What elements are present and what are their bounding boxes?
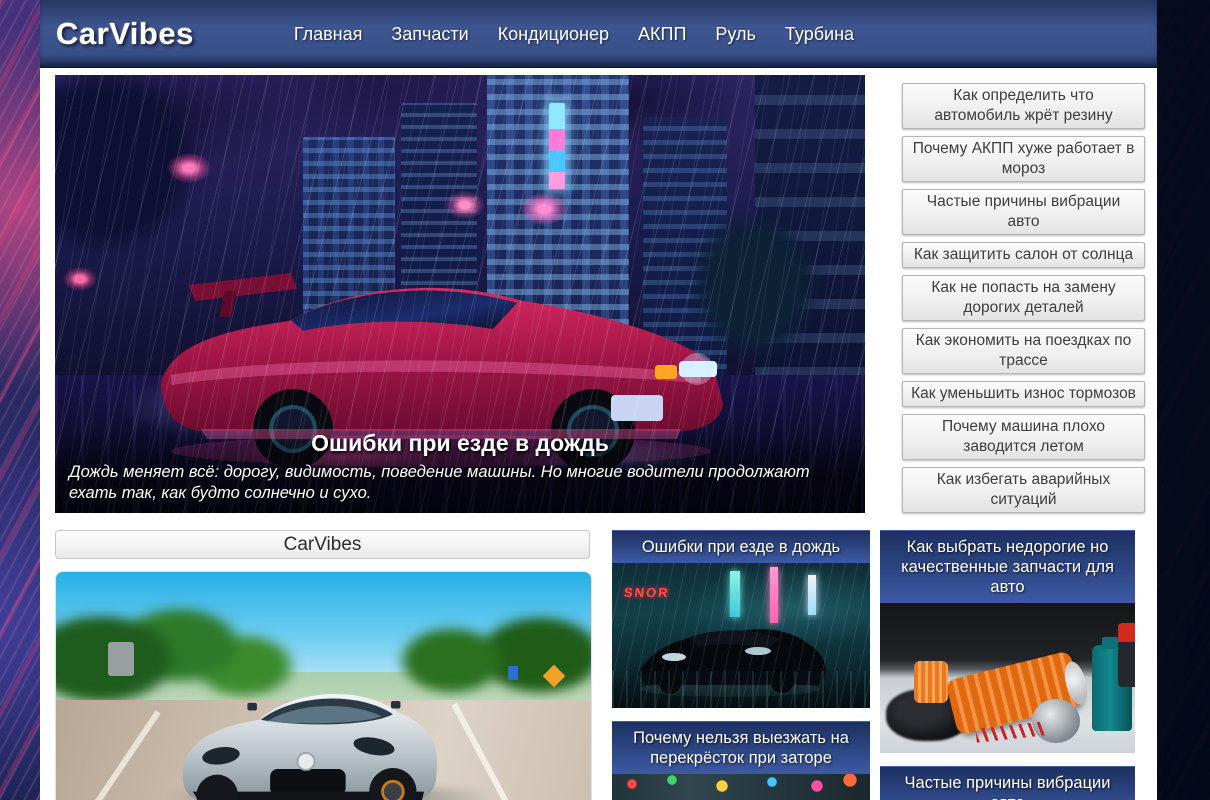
sidebar-article-links: Как определить что автомобиль жрёт резин… (902, 83, 1145, 513)
sidebar-link-vibration[interactable]: Частые причины вибрации авто (902, 189, 1145, 235)
sidebar-link-summer-start[interactable]: Почему машина плохо заводится летом (902, 414, 1145, 460)
card-intersection-jam[interactable]: Почему нельзя выезжать на перекрёсток пр… (612, 721, 870, 800)
hero-title: Ошибки при езде в дождь (69, 430, 851, 457)
additive-bottle (1118, 623, 1135, 687)
nav-item-zapchasti[interactable]: Запчасти (391, 24, 468, 45)
card-image-night-car: SNOR (612, 563, 870, 708)
nav-item-rul[interactable]: Руль (715, 24, 756, 45)
sidebar-link-akpp-frost[interactable]: Почему АКПП хуже работает в мороз (902, 136, 1145, 182)
left-column: CarVibes (55, 530, 590, 800)
sidebar-link-tyre-wear[interactable]: Как определить что автомобиль жрёт резин… (902, 83, 1145, 129)
card-title[interactable]: Как выбрать недорогие но качественные за… (880, 530, 1135, 603)
content-area: Ошибки при езде в дождь Дождь меняет всё… (40, 68, 1157, 800)
photo-silver-car (146, 650, 466, 800)
main-nav: Главная Запчасти Кондиционер АКПП Руль Т… (294, 24, 854, 45)
nav-item-konditsioner[interactable]: Кондиционер (498, 24, 609, 45)
lower-row: CarVibes (55, 530, 1145, 800)
photo-road-sign (108, 642, 134, 676)
card-title[interactable]: Почему нельзя выезжать на перекрёсток пр… (612, 721, 870, 774)
card-vibration-causes[interactable]: Частые причины вибрации авто (880, 766, 1135, 800)
rain-overlay (612, 563, 870, 708)
right-column: Как выбрать недорогие но качественные за… (880, 530, 1135, 800)
photo-road-sign-blue (508, 666, 518, 680)
sidebar-link-brake-wear[interactable]: Как уменьшить износ тормозов (902, 381, 1145, 407)
card-title[interactable]: Ошибки при езде в дождь (612, 530, 870, 563)
hero-subtitle: Дождь меняет всё: дорогу, видимость, пов… (69, 462, 851, 504)
oil-jug-cap (1102, 637, 1118, 649)
sidebar-link-expensive-parts[interactable]: Как не попасть на замену дорогих деталей (902, 275, 1145, 321)
hero-article-image[interactable]: Ошибки при езде в дождь Дождь меняет всё… (55, 75, 865, 513)
hero-row: Ошибки при езде в дождь Дождь меняет всё… (55, 75, 1145, 513)
card-image-intersection (612, 774, 870, 800)
page-container: CarVibes Главная Запчасти Кондиционер АК… (40, 0, 1157, 800)
small-oil-filter (914, 661, 948, 703)
hero-caption: Ошибки при езде в дождь Дождь меняет всё… (55, 426, 865, 513)
section-header: CarVibes (55, 530, 590, 559)
card-rain-driving[interactable]: Ошибки при езде в дождь SNOR (612, 530, 870, 708)
card-title[interactable]: Частые причины вибрации авто (880, 766, 1135, 800)
card-cheap-parts[interactable]: Как выбрать недорогие но качественные за… (880, 530, 1135, 753)
top-navigation-bar: CarVibes Главная Запчасти Кондиционер АК… (40, 0, 1157, 68)
card-image-auto-parts (880, 603, 1135, 753)
sidebar-link-sun-protect[interactable]: Как защитить салон от солнца (902, 242, 1145, 268)
nav-item-glavnaya[interactable]: Главная (294, 24, 363, 45)
site-logo[interactable]: CarVibes (56, 16, 194, 52)
nav-item-akpp[interactable]: АКПП (638, 24, 686, 45)
sidebar-link-avoid-accidents[interactable]: Как избегать аварийных ситуаций (902, 467, 1145, 513)
highway-car-photo[interactable] (55, 571, 592, 800)
sidebar-link-highway-economy[interactable]: Как экономить на поездках по трассе (902, 328, 1145, 374)
nav-item-turbina[interactable]: Турбина (785, 24, 854, 45)
middle-column: Ошибки при езде в дождь SNOR (612, 530, 870, 800)
